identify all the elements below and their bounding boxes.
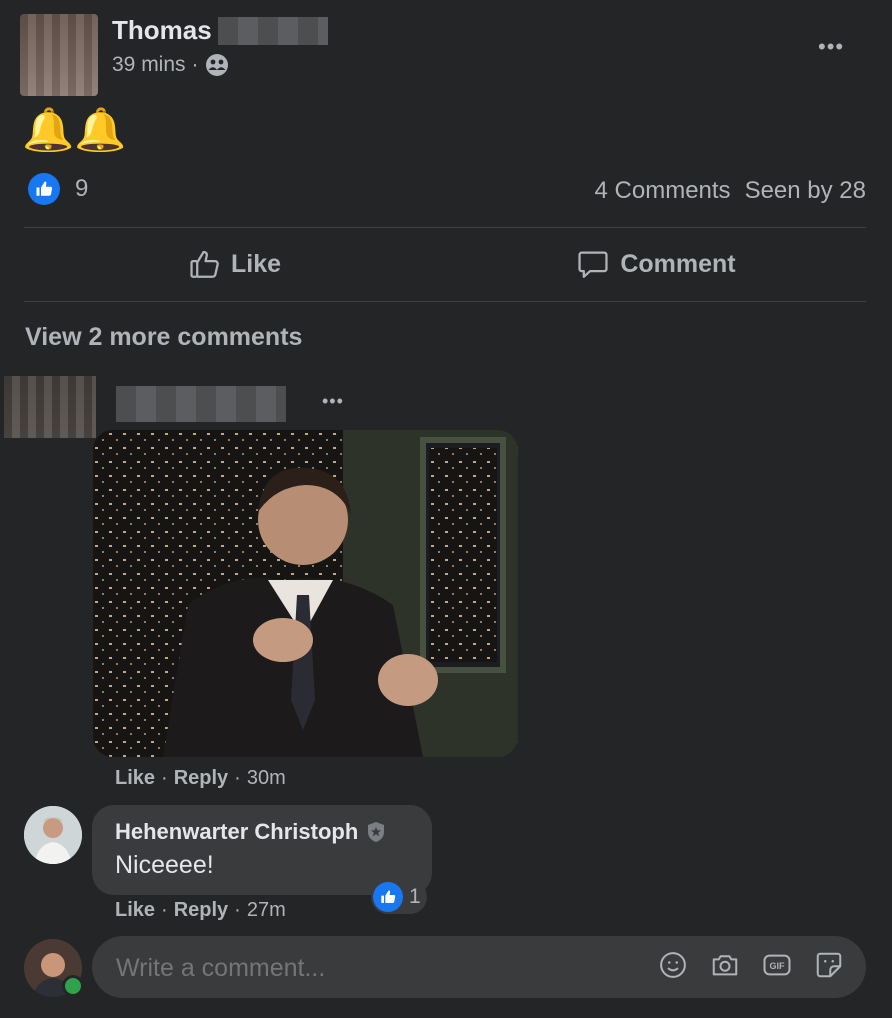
comment-text: Niceeee!: [115, 851, 214, 879]
comment-reactions[interactable]: 1: [371, 880, 427, 914]
svg-text:GIF: GIF: [770, 961, 786, 971]
comment-options-icon[interactable]: •••: [322, 392, 344, 410]
meta-separator: ·: [161, 767, 168, 789]
comment-input[interactable]: [114, 936, 638, 1000]
like-button[interactable]: Like: [24, 232, 444, 296]
comment-time[interactable]: 30m: [247, 767, 286, 790]
thumbs-up-icon: [187, 247, 223, 281]
commenter-avatar[interactable]: [4, 376, 96, 438]
comment-reply-link[interactable]: Reply: [174, 767, 228, 790]
view-more-comments-link[interactable]: View 2 more comments: [25, 323, 302, 352]
author-name[interactable]: Thomas: [112, 15, 212, 46]
comment-like-link[interactable]: Like: [115, 767, 155, 790]
current-user-avatar[interactable]: [24, 939, 84, 997]
gif-icon[interactable]: GIF: [762, 950, 792, 980]
like-reaction-icon[interactable]: [28, 173, 60, 205]
meta-separator: ·: [234, 899, 241, 921]
comment-reply-link[interactable]: Reply: [174, 899, 228, 922]
reactions-count[interactable]: 9: [75, 175, 88, 203]
comment-icon: [576, 247, 610, 281]
meta-separator: ·: [161, 899, 168, 921]
divider: [24, 227, 866, 228]
post-time[interactable]: 39 mins: [112, 53, 186, 77]
comment-like-link[interactable]: Like: [115, 899, 155, 922]
divider: [24, 301, 866, 302]
comment-reaction-count: 1: [409, 885, 421, 908]
top-fan-badge-icon: [366, 821, 386, 843]
author-name-redacted: [217, 16, 328, 45]
meta-separator: ·: [191, 53, 199, 76]
comment-composer[interactable]: GIF: [92, 936, 866, 1000]
camera-icon[interactable]: [710, 950, 740, 980]
comment-button[interactable]: Comment: [446, 232, 866, 296]
comments-count[interactable]: 4 Comments: [595, 177, 731, 205]
comment-time[interactable]: 27m: [247, 899, 286, 922]
commenter-name-redacted[interactable]: [116, 386, 286, 422]
sticker-icon[interactable]: [814, 950, 844, 980]
commenter-avatar[interactable]: [24, 806, 82, 864]
gif-attachment[interactable]: [93, 430, 518, 757]
online-status-indicator: [62, 975, 84, 997]
like-button-label: Like: [230, 249, 282, 278]
like-reaction-icon: [373, 882, 403, 912]
seen-by-count[interactable]: Seen by 28: [745, 177, 866, 205]
commenter-name[interactable]: Hehenwarter Christoph: [115, 819, 358, 845]
emoji-icon[interactable]: [658, 950, 688, 980]
friends-icon: [205, 53, 229, 77]
comment-button-label: Comment: [620, 249, 736, 278]
post-content: 🔔🔔: [22, 106, 127, 153]
author-avatar[interactable]: [20, 14, 98, 96]
post-options-icon[interactable]: •••: [818, 36, 844, 58]
meta-separator: ·: [234, 767, 241, 789]
